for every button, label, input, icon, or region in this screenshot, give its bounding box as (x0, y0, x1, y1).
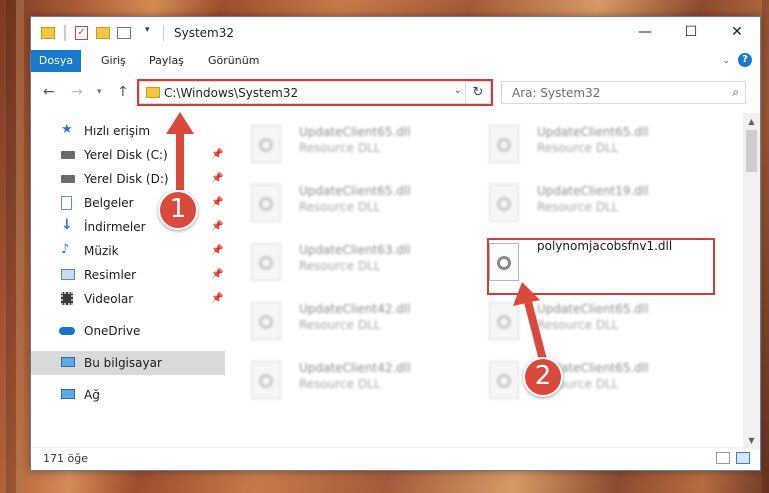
step-badge-2: 2 (523, 357, 563, 397)
arrow-2-shaft (523, 297, 547, 361)
arrow-1-head (166, 112, 194, 134)
annotation-arrows (166, 112, 547, 361)
arrow-2-head (513, 282, 540, 306)
step-badge-1: 1 (158, 190, 198, 230)
